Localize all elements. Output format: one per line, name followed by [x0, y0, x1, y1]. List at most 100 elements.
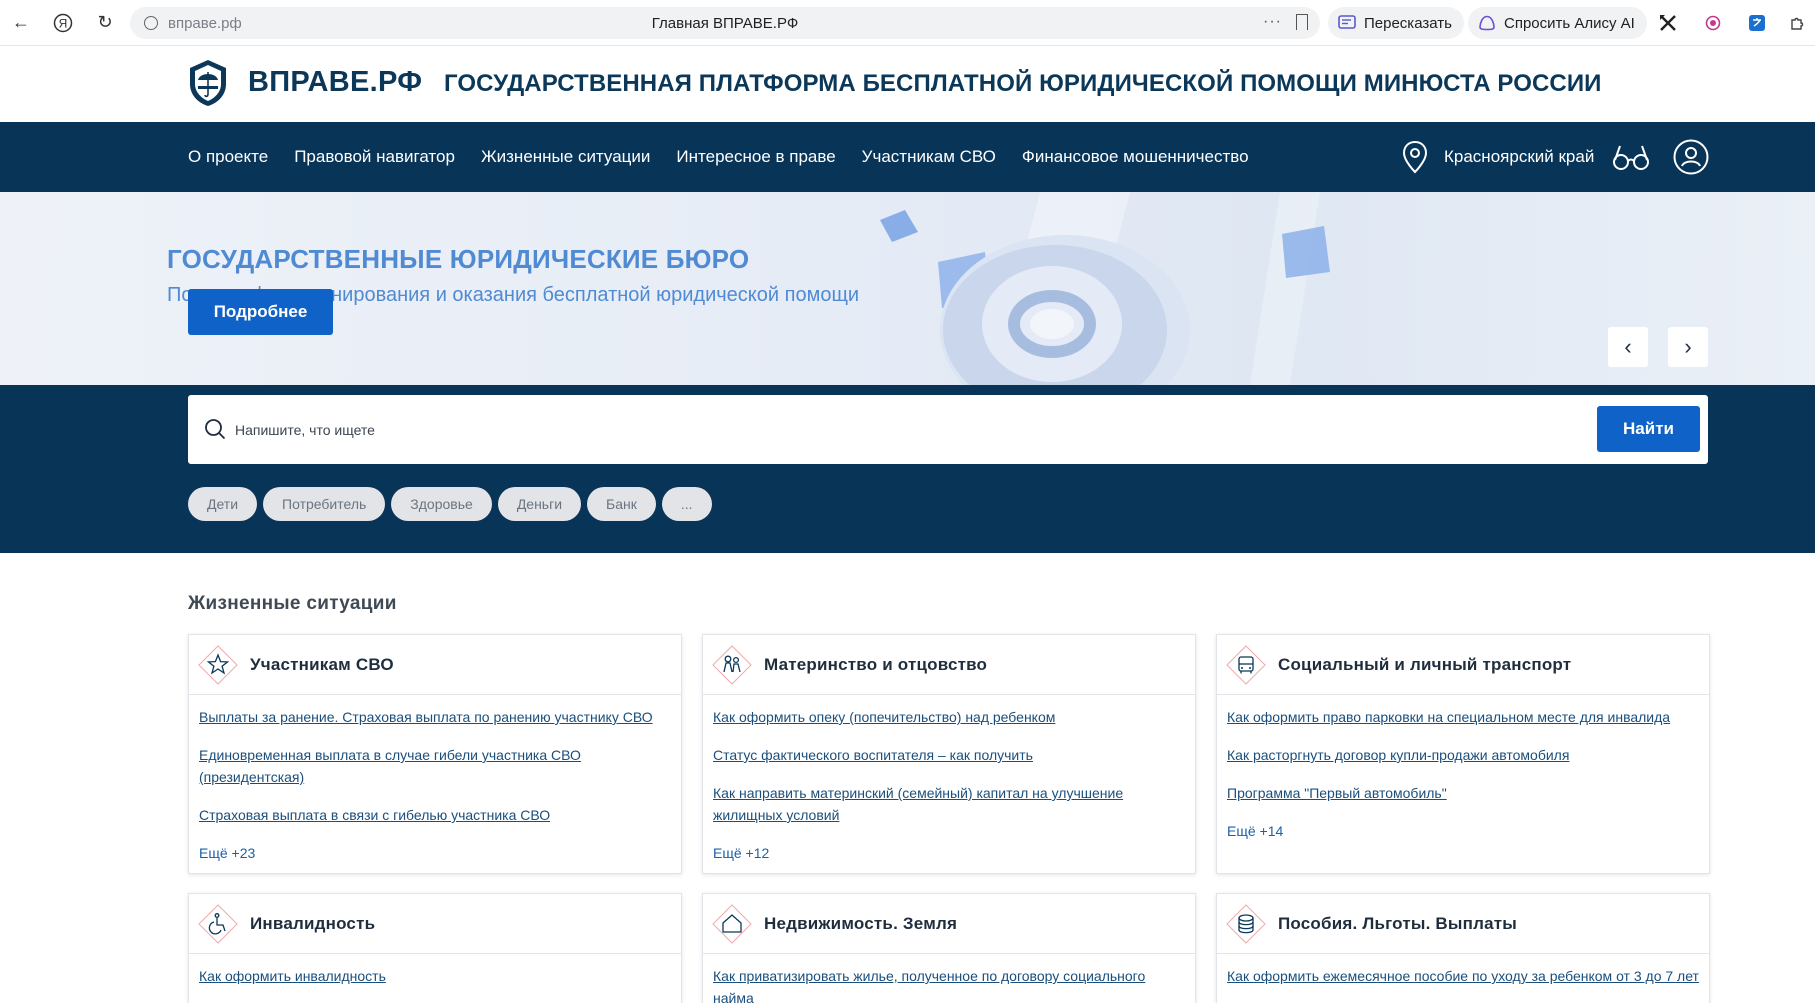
nav-item-life-situations[interactable]: Жизненные ситуации: [481, 147, 650, 167]
card-title: Пособия. Льготы. Выплаты: [1278, 913, 1517, 933]
card-links: Как оформить опеку (попечительство) над …: [703, 695, 1195, 864]
card-links: Как оформить инвалидность: [189, 954, 681, 987]
bookmark-icon[interactable]: [1296, 14, 1308, 30]
card-link[interactable]: Статус фактического воспитателя – как по…: [713, 744, 1185, 766]
search-icon: [205, 419, 226, 440]
extension-tools-button[interactable]: [1657, 12, 1679, 34]
card-link[interactable]: Программа "Первый автомобиль": [1227, 782, 1699, 804]
tag-children[interactable]: Дети: [188, 487, 258, 521]
situation-card-benefits: Пособия. Льготы. Выплаты Как оформить еж…: [1216, 893, 1710, 1003]
security-shield-icon: [144, 16, 158, 30]
tag-more[interactable]: ...: [661, 487, 712, 521]
card-links: Как приватизировать жилье, полученное по…: [703, 954, 1195, 1003]
card-title: Социальный и личный транспорт: [1278, 654, 1572, 674]
card-header[interactable]: Социальный и личный транспорт: [1217, 635, 1709, 695]
carousel-prev-button[interactable]: ‹: [1608, 327, 1648, 367]
card-links: Как оформить ежемесячное пособие по уход…: [1217, 954, 1709, 987]
card-more-link[interactable]: Ещё +12: [713, 842, 1185, 864]
card-link[interactable]: Как оформить инвалидность: [199, 965, 671, 987]
site-brand[interactable]: ВПРАВЕ.РФ: [248, 66, 422, 99]
card-link[interactable]: Как оформить ежемесячное пособие по уход…: [1227, 965, 1699, 987]
house-icon: [712, 903, 752, 944]
ask-alice-button[interactable]: Спросить Алису AI: [1468, 7, 1647, 39]
card-links: Как оформить право парковки на специальн…: [1217, 695, 1709, 842]
site-logo-icon[interactable]: [186, 58, 230, 108]
back-button[interactable]: ←: [6, 8, 36, 38]
tag-health[interactable]: Здоровье: [391, 487, 492, 521]
tag-consumer[interactable]: Потребитель: [263, 487, 386, 521]
search-section: Найти Дети Потребитель Здоровье Деньги Б…: [0, 385, 1815, 553]
card-header[interactable]: Участникам СВО: [189, 635, 681, 695]
yandex-button[interactable]: Я: [48, 8, 78, 38]
reload-icon: ↻: [97, 12, 113, 32]
location-pin-icon: [1402, 140, 1428, 174]
url-text: вправе.рф: [168, 14, 242, 32]
ask-alice-label: Спросить Алису AI: [1504, 14, 1635, 32]
site-tagline: ГОСУДАРСТВЕННАЯ ПЛАТФОРМА БЕСПЛАТНОЙ ЮРИ…: [444, 70, 1602, 97]
card-link[interactable]: Как приватизировать жилье, полученное по…: [713, 965, 1185, 1003]
retell-button[interactable]: Пересказать: [1328, 7, 1464, 39]
situation-card-svo: Участникам СВО Выплаты за ранение. Страх…: [188, 634, 682, 874]
browser-toolbar: ← Я ↻ вправе.рф Главная ВПРАВЕ.РФ ··· Пе…: [0, 0, 1815, 46]
hero-title: ГОСУДАРСТВЕННЫЕ ЮРИДИЧЕСКИЕ БЮРО: [167, 244, 750, 274]
main-navigation: О проекте Правовой навигатор Жизненные с…: [0, 122, 1815, 192]
nav-item-legal-navigator[interactable]: Правовой навигатор: [294, 147, 455, 167]
card-title: Инвалидность: [250, 913, 376, 933]
nav-item-about[interactable]: О проекте: [188, 147, 268, 167]
hero-banner: ГОСУДАРСТВЕННЫЕ ЮРИДИЧЕСКИЕ БЮРО Порядок…: [0, 192, 1815, 385]
retell-label: Пересказать: [1364, 14, 1452, 32]
accessibility-glasses-icon[interactable]: [1612, 142, 1650, 172]
bus-icon: [1226, 644, 1266, 685]
hero-more-button[interactable]: Подробнее: [188, 289, 333, 335]
nav-item-financial-fraud[interactable]: Финансовое мошенничество: [1022, 147, 1249, 167]
card-title: Недвижимость. Земля: [764, 913, 958, 933]
situation-card-parenthood: Материнство и отцовство Как оформить опе…: [702, 634, 1196, 874]
extension-record-button[interactable]: [1702, 12, 1724, 34]
arrow-left-icon: ←: [12, 12, 30, 32]
card-header[interactable]: Недвижимость. Земля: [703, 894, 1195, 954]
search-box: Найти: [188, 395, 1708, 464]
card-link[interactable]: Как расторгнуть договор купли-продажи ав…: [1227, 744, 1699, 766]
nav-item-interesting-in-law[interactable]: Интересное в праве: [676, 147, 835, 167]
user-account-icon[interactable]: [1673, 139, 1709, 175]
tag-bank[interactable]: Банк: [587, 487, 656, 521]
card-title: Участникам СВО: [250, 654, 394, 674]
card-link[interactable]: Выплаты за ранение. Страховая выплата по…: [199, 706, 671, 728]
more-dots-icon[interactable]: ···: [1263, 13, 1282, 31]
card-link[interactable]: Как оформить опеку (попечительство) над …: [713, 706, 1185, 728]
family-icon: [712, 644, 752, 685]
region-label: Красноярский край: [1444, 147, 1595, 166]
card-link[interactable]: Как направить материнский (семейный) кап…: [713, 782, 1185, 826]
wheelchair-icon: [198, 903, 238, 944]
card-more-link[interactable]: Ещё +14: [1227, 820, 1699, 842]
life-situations-title: Жизненные ситуации: [188, 593, 397, 614]
card-header[interactable]: Пособия. Льготы. Выплаты: [1217, 894, 1709, 954]
card-header[interactable]: Материнство и отцовство: [703, 635, 1195, 695]
card-links: Выплаты за ранение. Страховая выплата по…: [189, 695, 681, 864]
region-selector[interactable]: Красноярский край: [1400, 140, 1594, 174]
star-icon: [198, 644, 238, 685]
nav-links: О проекте Правовой навигатор Жизненные с…: [188, 122, 1275, 192]
page-title-text: Главная ВПРАВЕ.РФ: [651, 14, 799, 32]
carousel-next-button[interactable]: ›: [1668, 327, 1708, 367]
address-bar[interactable]: вправе.рф Главная ВПРАВЕ.РФ ···: [130, 7, 1320, 39]
card-link[interactable]: Единовременная выплата в случае гибели у…: [199, 744, 671, 788]
card-header[interactable]: Инвалидность: [189, 894, 681, 954]
svg-text:Я: Я: [59, 16, 68, 30]
card-title: Материнство и отцовство: [764, 654, 988, 674]
extension-translate-button[interactable]: [1746, 12, 1768, 34]
card-link[interactable]: Страховая выплата в связи с гибелью учас…: [199, 804, 671, 826]
chevron-right-icon: ›: [1684, 334, 1692, 359]
translate-icon: [1749, 15, 1765, 31]
card-link[interactable]: Как оформить право парковки на специальн…: [1227, 706, 1699, 728]
nav-item-svo-participants[interactable]: Участникам СВО: [862, 147, 996, 167]
search-input[interactable]: [235, 415, 1535, 445]
yandex-logo-icon: Я: [53, 13, 73, 32]
search-submit-button[interactable]: Найти: [1597, 406, 1700, 452]
extension-puzzle-button[interactable]: [1786, 12, 1808, 34]
reload-button[interactable]: ↻: [90, 8, 120, 38]
card-more-link[interactable]: Ещё +23: [199, 842, 671, 864]
situation-card-real-estate: Недвижимость. Земля Как приватизировать …: [702, 893, 1196, 1003]
retell-icon: [1338, 15, 1356, 31]
tag-money[interactable]: Деньги: [497, 487, 582, 521]
